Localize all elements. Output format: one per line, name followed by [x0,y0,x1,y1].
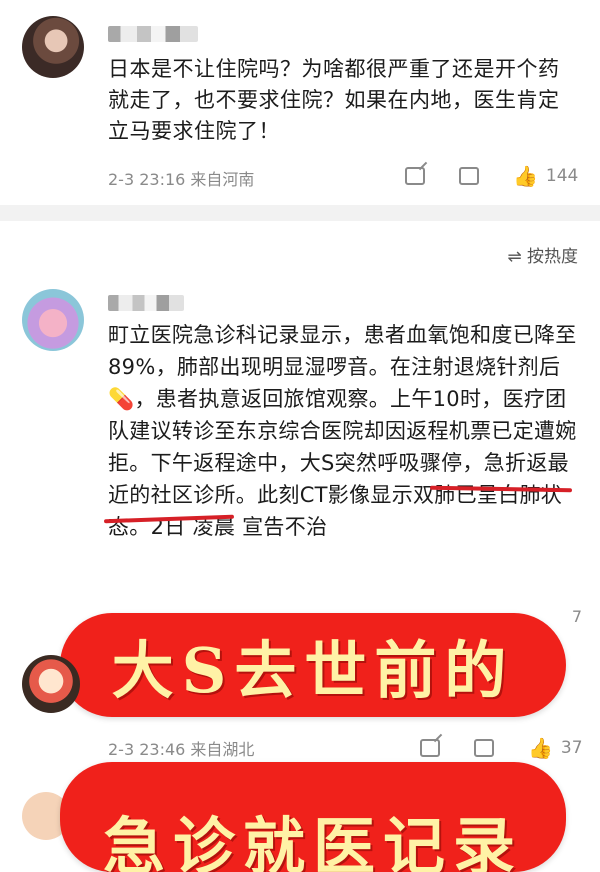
title-banner: 急诊就医记录 [60,762,566,872]
like-icon[interactable]: 👍 [528,736,553,760]
comment-meta: 2-3 23:16 来自河南 [108,166,254,190]
comment-text: 日本是不让住院吗？为啥都很严重了还是开个药就走了，也不要求住院？如果在内地，医生… [108,57,560,143]
like-count: 37 [560,738,583,758]
reply-icon[interactable] [474,733,494,757]
like-count: 144 [545,166,579,186]
banner-title-line2: 急诊就医记录 [102,810,523,872]
comment-text: 町立医院急诊科记录显示，患者血氧饱和度已降至89%，肺部出现明显湿啰音。在注射退… [108,323,577,539]
like-icon[interactable]: 👍 [513,164,538,188]
sort-label: 按热度 [527,247,578,267]
repost-icon[interactable] [420,739,440,757]
sort-icon: ⇌ [507,247,522,267]
comment-location: 来自河南 [190,170,255,189]
username-blurred[interactable] [108,295,184,311]
avatar[interactable] [22,289,84,351]
like-count-partial: 7 [571,607,582,626]
repost-icon[interactable] [405,167,425,185]
avatar[interactable] [22,655,80,713]
username-blurred[interactable] [108,26,198,42]
comment-meta: 2-3 23:46 来自湖北 [108,736,254,760]
reply-icon[interactable] [459,161,479,185]
title-banner: 大S去世前的 [60,613,566,717]
comment-card-1: 日本是不让住院吗？为啥都很严重了还是开个药就走了，也不要求住院？如果在内地，医生… [0,0,600,205]
comment-location: 来自湖北 [190,740,255,759]
comment-actions: 👍 37 [420,733,583,760]
comment-time: 2-3 23:16 [108,170,186,189]
sort-toggle[interactable]: ⇌ 按热度 [507,242,578,267]
comment-actions: 👍 144 [405,161,579,188]
section-divider [0,205,600,221]
avatar[interactable] [22,16,84,78]
banner-title-line1: 大S去世前的 [111,634,515,707]
comment-time: 2-3 23:46 [108,740,186,759]
